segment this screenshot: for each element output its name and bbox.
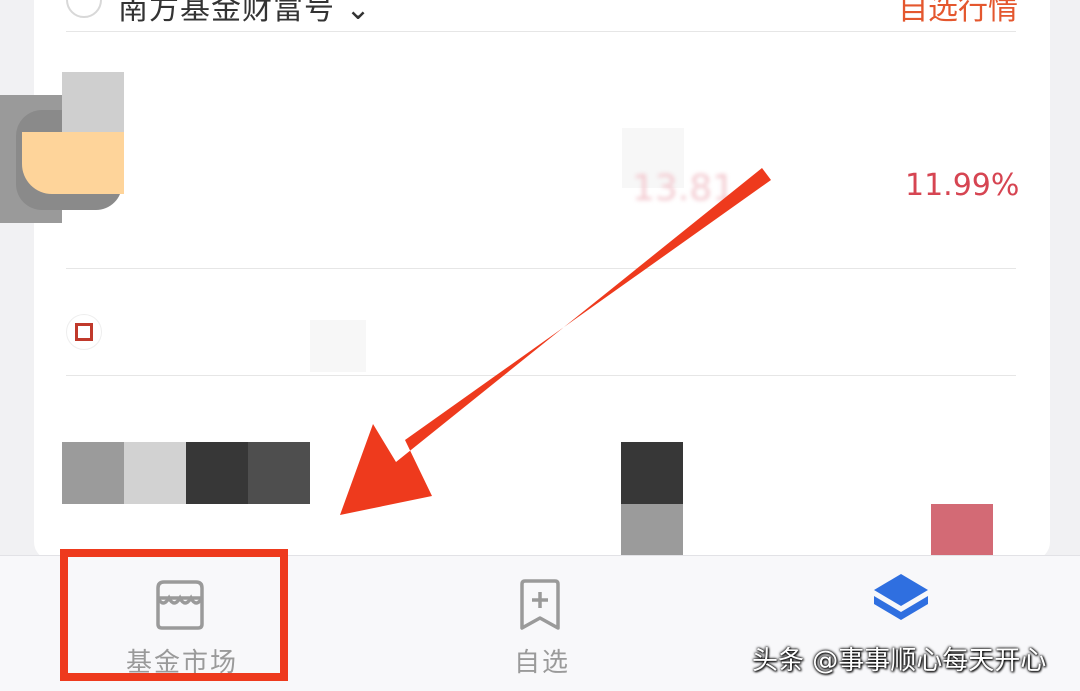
fund-house-title-text: 南方基金财富号 — [118, 0, 335, 27]
watchlist-quotes-link[interactable]: 自选行情 — [898, 0, 1018, 28]
divider — [66, 375, 1016, 376]
divider — [66, 31, 1016, 32]
mosaic-block — [22, 132, 124, 194]
fund-house-title[interactable]: 南方基金财富号 ⌄ — [118, 0, 372, 28]
divider — [66, 268, 1016, 269]
chevron-down-icon: ⌄ — [345, 0, 372, 27]
mosaic-block — [186, 442, 248, 504]
mosaic-block — [62, 72, 124, 132]
mosaic-block — [310, 320, 366, 372]
fund-logo-icon — [66, 314, 102, 350]
mosaic-block — [62, 442, 124, 504]
watermark: 头条 @事事顺心每天开心 — [752, 646, 1047, 676]
tab-watchlist-label: 自选 — [514, 648, 571, 678]
mosaic-block — [248, 442, 310, 504]
mosaic-block — [621, 504, 683, 556]
tab-watchlist[interactable]: 自选 — [470, 556, 610, 691]
highlight-box-annotation — [60, 549, 288, 681]
mosaic-block — [124, 442, 186, 504]
fund-value: 13.81 — [632, 168, 736, 209]
fund-change-percent: 11.99% — [905, 168, 1020, 203]
mosaic-block — [621, 442, 683, 504]
bookmark-plus-icon — [520, 579, 560, 630]
layers-icon — [874, 574, 928, 620]
